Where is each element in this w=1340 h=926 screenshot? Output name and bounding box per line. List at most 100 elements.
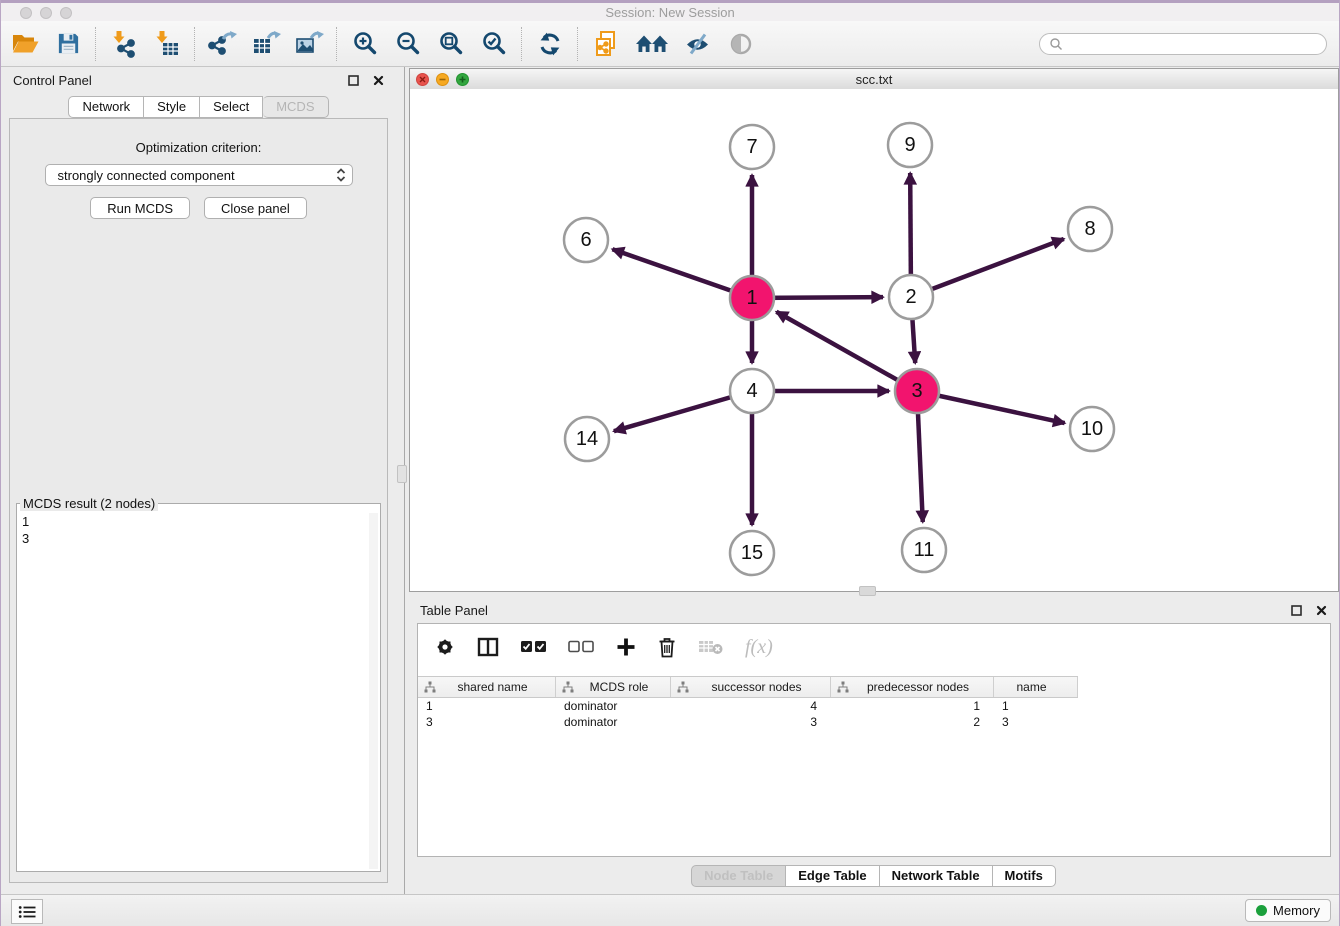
export-image-icon[interactable] [291,26,327,62]
close-table-panel-icon[interactable] [1316,605,1327,616]
table-tabs: Node TableEdge TableNetwork TableMotifs [408,865,1339,887]
control-panel-tabs: NetworkStyleSelectMCDS [1,96,396,118]
combo-stepper-icon [336,167,346,183]
splitter-grip[interactable] [397,465,407,483]
import-table-icon[interactable] [149,26,185,62]
graph-node-9[interactable]: 9 [888,123,932,167]
run-mcds-button[interactable]: Run MCDS [90,197,190,219]
graph-node-8[interactable]: 8 [1068,207,1112,251]
search-box[interactable] [1039,33,1327,55]
split-panel-icon[interactable] [477,637,499,657]
control-panel-title: Control Panel [13,73,334,88]
column-header-mcds-role[interactable]: MCDS role [556,677,671,697]
control-panel-header: Control Panel [1,67,396,93]
vertical-splitter[interactable] [396,67,408,895]
table-cell[interactable]: 1 [418,698,556,714]
table-cell[interactable]: 1 [994,698,1078,714]
table-cell[interactable]: 3 [418,714,556,730]
tab-network[interactable]: Network [68,96,144,118]
node-table: f(x) shared nameMCDS rolesuccessor nodes… [417,623,1331,857]
delete-entry-icon[interactable] [657,636,677,658]
mcds-result-text[interactable]: 1 3 [22,513,366,869]
delete-table-icon[interactable] [698,638,724,656]
optimization-criterion-label: Optimization criterion: [10,140,387,155]
table-cell[interactable]: 3 [671,714,831,730]
horizontal-splitter-grip[interactable] [859,586,876,596]
export-network-icon[interactable] [205,26,241,62]
hierarchy-icon [562,681,574,693]
table-cell[interactable]: 3 [994,714,1078,730]
table-cell[interactable]: 4 [671,698,831,714]
result-scrollbar[interactable] [369,513,378,869]
deselect-all-icon[interactable] [568,640,595,654]
table-cell[interactable]: 2 [831,714,994,730]
clone-network-icon[interactable] [588,26,624,62]
tab-mcds[interactable]: MCDS [263,96,328,118]
graph-node-2[interactable]: 2 [889,275,933,319]
float-table-panel-icon[interactable] [1291,605,1302,616]
import-network-icon[interactable] [106,26,142,62]
open-session-icon[interactable] [7,26,43,62]
graph-node-4[interactable]: 4 [730,369,774,413]
refresh-view-icon[interactable] [532,26,568,62]
settings-gear-icon[interactable] [434,636,456,658]
table-panel-title: Table Panel [420,603,1277,618]
zoom-in-icon[interactable] [347,26,383,62]
close-panel-button[interactable]: Close panel [204,197,307,219]
close-panel-icon[interactable] [373,75,384,86]
zoom-selected-icon[interactable] [476,26,512,62]
column-header-successor-nodes[interactable]: successor nodes [671,677,831,697]
tab-motifs[interactable]: Motifs [993,865,1056,887]
float-panel-icon[interactable] [348,75,359,86]
first-neighbors-icon[interactable] [631,26,673,62]
svg-text:14: 14 [576,428,598,450]
column-header-predecessor-nodes[interactable]: predecessor nodes [831,677,994,697]
table-cell[interactable]: dominator [556,714,671,730]
column-header-name[interactable]: name [994,677,1078,697]
tab-edge-table[interactable]: Edge Table [786,865,879,887]
select-all-icon[interactable] [520,640,547,654]
tab-node-table[interactable]: Node Table [691,865,786,887]
graph-node-3[interactable]: 3 [895,369,939,413]
tab-network-table[interactable]: Network Table [880,865,993,887]
search-input[interactable] [1068,35,1317,52]
column-header-shared-name[interactable]: shared name [418,677,556,697]
add-entry-icon[interactable] [616,637,636,657]
table-cell[interactable]: 1 [831,698,994,714]
graph-node-11[interactable]: 11 [902,528,946,572]
table-cell[interactable]: dominator [556,698,671,714]
table-row[interactable]: 1dominator411 [418,698,1330,714]
task-history-button[interactable] [11,899,43,924]
toolbar-separator [95,27,97,61]
export-table-icon[interactable] [248,26,284,62]
graph-edge-2-8[interactable] [911,239,1064,297]
tab-style[interactable]: Style [144,96,200,118]
zoom-out-icon[interactable] [390,26,426,62]
svg-text:15: 15 [741,542,763,564]
graph-edge-3-1[interactable] [776,312,917,391]
criterion-select[interactable]: strongly connected component [45,164,353,186]
window-title: Session: New Session [1,5,1339,20]
network-window-titlebar: scc.txt [410,69,1338,90]
network-window: scc.txt 1 2 3 4 6 7 8 9 10 11 14 15 [409,68,1339,592]
show-all-icon[interactable] [723,26,759,62]
save-session-icon[interactable] [50,26,86,62]
hide-selected-icon[interactable] [680,26,716,62]
function-builder-icon[interactable]: f(x) [745,636,773,659]
graph-node-15[interactable]: 15 [730,531,774,575]
graph-node-6[interactable]: 6 [564,218,608,262]
network-canvas[interactable]: 1 2 3 4 6 7 8 9 10 11 14 15 [410,89,1338,591]
graph-node-10[interactable]: 10 [1070,407,1114,451]
graph-node-7[interactable]: 7 [730,125,774,169]
graph-node-14[interactable]: 14 [565,417,609,461]
hierarchy-icon [837,681,849,693]
memory-button[interactable]: Memory [1245,899,1331,922]
graph-node-1[interactable]: 1 [730,276,774,320]
svg-text:7: 7 [746,136,757,158]
mcds-panel: Optimization criterion: strongly connect… [9,118,388,883]
table-toolbar: f(x) [418,624,1330,670]
table-row[interactable]: 3dominator323 [418,714,1330,730]
tab-select[interactable]: Select [200,96,263,118]
svg-text:8: 8 [1084,218,1095,240]
zoom-fit-icon[interactable] [433,26,469,62]
